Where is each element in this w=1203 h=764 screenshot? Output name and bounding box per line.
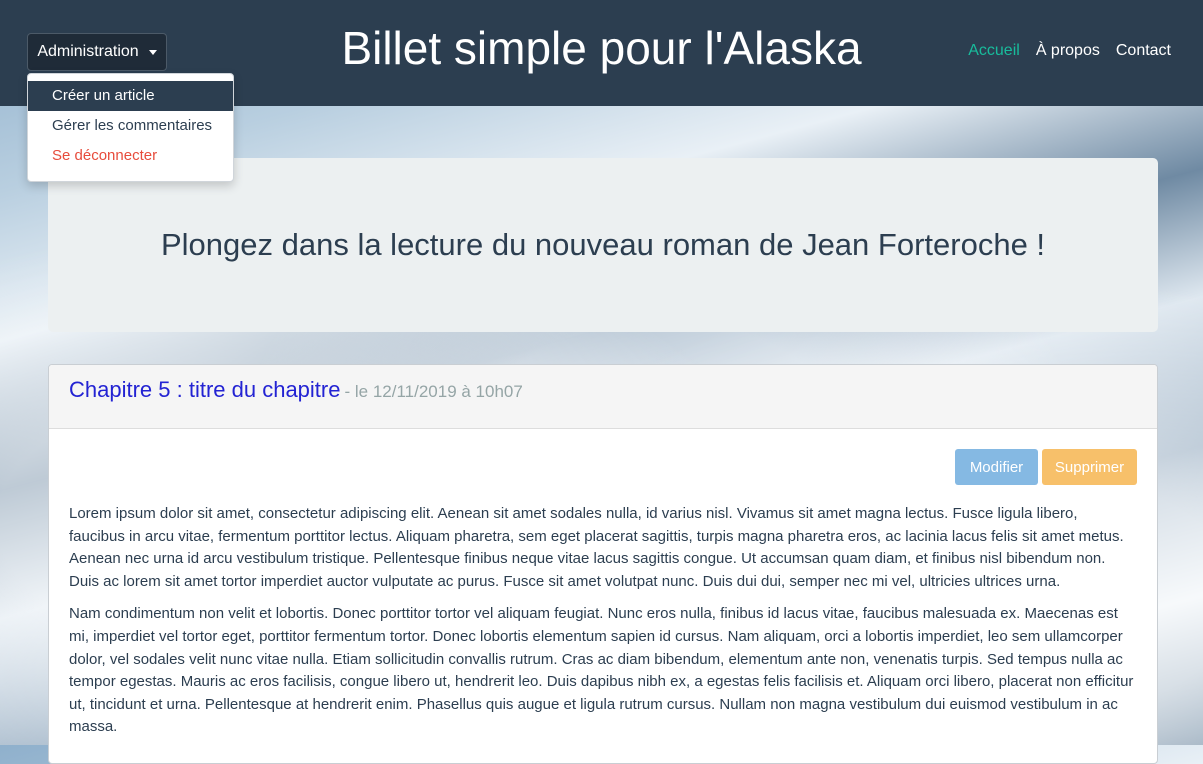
caret-down-icon: [148, 49, 157, 55]
edit-button[interactable]: Modifier: [955, 449, 1038, 485]
article-paragraph: Lorem ipsum dolor sit amet, consectetur …: [69, 505, 1124, 590]
article-panel: Chapitre 5 : titre du chapitre - le 12/1…: [48, 364, 1158, 764]
menu-item-se-deconnecter[interactable]: Se déconnecter: [28, 141, 233, 171]
article-actions: Modifier Supprimer: [69, 449, 1137, 485]
nav-link-accueil[interactable]: Accueil: [968, 42, 1020, 60]
nav-link-a-propos[interactable]: À propos: [1036, 42, 1100, 60]
hero-banner: Plongez dans la lecture du nouveau roman…: [48, 158, 1158, 332]
article-paragraph: Nam condimentum non velit et lobortis. D…: [69, 605, 1134, 736]
delete-button[interactable]: Supprimer: [1042, 449, 1137, 485]
hero-text: Plongez dans la lecture du nouveau roman…: [160, 227, 1046, 262]
article-title-link[interactable]: Chapitre 5 : titre du chapitre: [69, 377, 340, 403]
article-date: - le 12/11/2019 à 10h07: [344, 382, 523, 401]
administration-dropdown-menu: Créer un article Gérer les commentaires …: [27, 73, 234, 182]
article-header: Chapitre 5 : titre du chapitre - le 12/1…: [49, 365, 1157, 429]
menu-item-gerer-commentaires[interactable]: Gérer les commentaires: [28, 111, 233, 141]
administration-dropdown-button[interactable]: Administration: [27, 33, 167, 71]
administration-label: Administration: [37, 43, 139, 60]
menu-item-creer-article[interactable]: Créer un article: [28, 81, 233, 111]
main-nav: Accueil À propos Contact: [968, 42, 1171, 60]
article-body: Modifier Supprimer Lorem ipsum dolor sit…: [49, 429, 1157, 739]
nav-link-contact[interactable]: Contact: [1116, 42, 1171, 60]
